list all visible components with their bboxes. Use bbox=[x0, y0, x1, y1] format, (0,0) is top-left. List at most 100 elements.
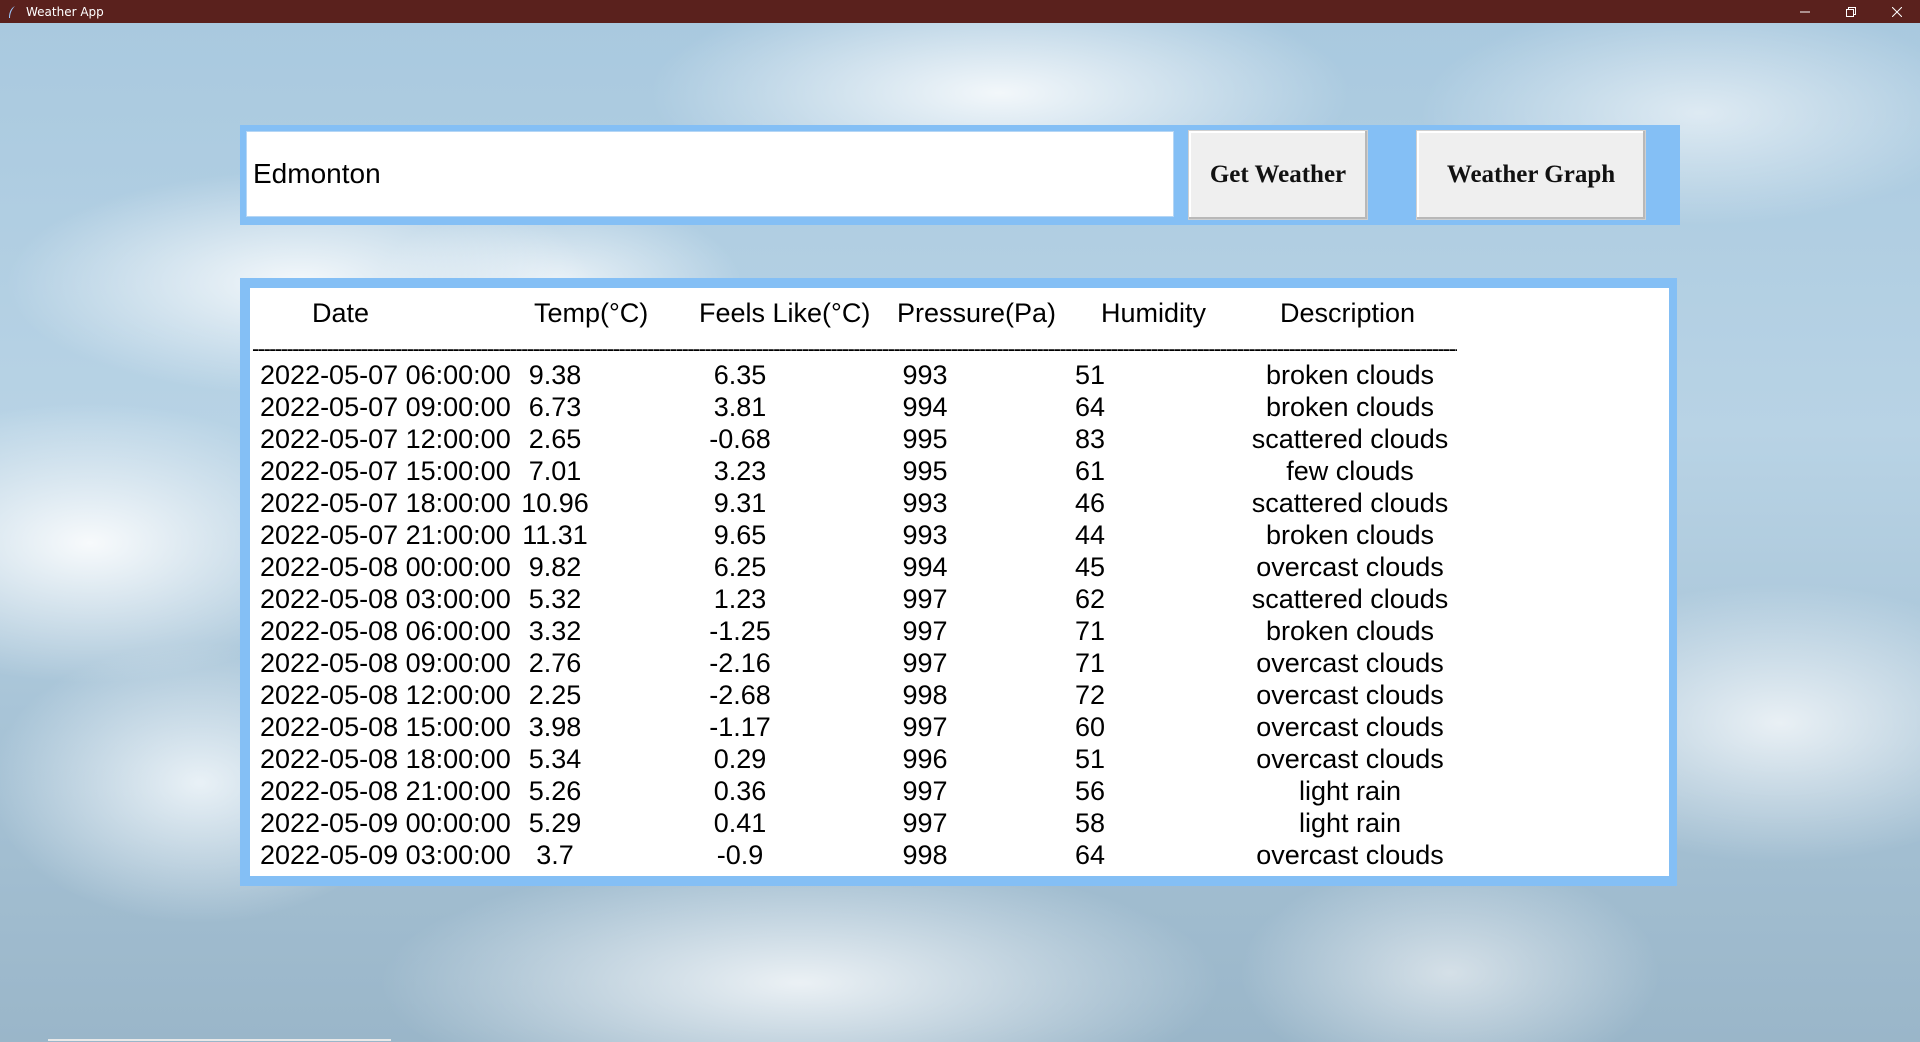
cell-humidity: 61 bbox=[1074, 456, 1106, 486]
forecast-rows: 2022-05-07 06:00:00 9.38 6.35 993 51 broken c… bbox=[250, 360, 1669, 872]
cell-description: overcast clouds bbox=[1256, 552, 1444, 582]
get-weather-button[interactable]: Get Weather bbox=[1188, 130, 1368, 220]
cell-humidity: 83 bbox=[1074, 424, 1106, 454]
cell-temp: 3.7 bbox=[536, 840, 574, 870]
cell-temp: 7.01 bbox=[528, 456, 582, 486]
cell-humidity: 64 bbox=[1074, 392, 1106, 422]
cell-temp: 5.32 bbox=[528, 584, 582, 614]
cell-description: overcast clouds bbox=[1256, 744, 1444, 774]
cell-date: 2022-05-08 06:00:00 bbox=[260, 616, 511, 646]
table-row: 2022-05-08 18:00:00 5.34 0.29 996 51 overcast… bbox=[250, 744, 1669, 776]
cell-date: 2022-05-08 03:00:00 bbox=[260, 584, 511, 614]
cell-date: 2022-05-09 00:00:00 bbox=[260, 808, 511, 838]
cell-feels-like: 3.23 bbox=[713, 456, 767, 486]
weather-graph-button[interactable]: Weather Graph bbox=[1416, 130, 1646, 220]
cell-description: broken clouds bbox=[1265, 360, 1435, 390]
cell-description: light rain bbox=[1298, 808, 1402, 838]
cell-feels-like: 6.25 bbox=[713, 552, 767, 582]
cell-temp: 5.26 bbox=[528, 776, 582, 806]
header-temp: Temp(°C) bbox=[534, 298, 649, 328]
header-pressure: Pressure(Pa) bbox=[897, 298, 1057, 328]
cell-feels-like: -2.68 bbox=[709, 680, 771, 710]
cell-description: overcast clouds bbox=[1256, 648, 1444, 678]
cell-pressure: 997 bbox=[902, 584, 948, 614]
cell-pressure: 995 bbox=[902, 424, 948, 454]
cell-pressure: 994 bbox=[902, 552, 948, 582]
cell-feels-like: 0.29 bbox=[713, 744, 767, 774]
cell-date: 2022-05-08 00:00:00 bbox=[260, 552, 511, 582]
cell-feels-like: -0.68 bbox=[709, 424, 771, 454]
cell-feels-like: 0.36 bbox=[713, 776, 767, 806]
cell-date: 2022-05-07 12:00:00 bbox=[260, 424, 511, 454]
cell-humidity: 71 bbox=[1074, 648, 1106, 678]
table-row: 2022-05-07 21:00:00 11.31 9.65 993 44 broken … bbox=[250, 520, 1669, 552]
cell-humidity: 45 bbox=[1074, 552, 1106, 582]
cell-feels-like: 9.65 bbox=[713, 520, 767, 550]
cell-date: 2022-05-08 12:00:00 bbox=[260, 680, 511, 710]
cell-humidity: 56 bbox=[1074, 776, 1106, 806]
cell-temp: 9.82 bbox=[528, 552, 582, 582]
cell-feels-like: 1.23 bbox=[713, 584, 767, 614]
cell-pressure: 993 bbox=[902, 520, 948, 550]
table-row: 2022-05-09 00:00:00 5.29 0.41 997 58 light ra… bbox=[250, 808, 1669, 840]
cell-description: few clouds bbox=[1286, 456, 1414, 486]
cell-feels-like: -2.16 bbox=[709, 648, 771, 678]
cell-humidity: 58 bbox=[1074, 808, 1106, 838]
cell-humidity: 71 bbox=[1074, 616, 1106, 646]
cell-temp: 10.96 bbox=[521, 488, 589, 518]
cell-description: overcast clouds bbox=[1256, 712, 1444, 742]
cell-temp: 5.29 bbox=[528, 808, 582, 838]
cell-pressure: 997 bbox=[902, 616, 948, 646]
header-description: Description bbox=[1280, 298, 1416, 328]
cell-humidity: 51 bbox=[1074, 744, 1106, 774]
cell-date: 2022-05-07 06:00:00 bbox=[260, 360, 511, 390]
cell-description: scattered clouds bbox=[1251, 488, 1449, 518]
cell-description: overcast clouds bbox=[1256, 680, 1444, 710]
cell-pressure: 996 bbox=[902, 744, 948, 774]
cell-pressure: 998 bbox=[902, 680, 948, 710]
cell-temp: 5.34 bbox=[528, 744, 582, 774]
feather-icon bbox=[4, 4, 20, 20]
table-row: 2022-05-08 00:00:00 9.82 6.25 994 45 overcast… bbox=[250, 552, 1669, 584]
cell-temp: 3.98 bbox=[528, 712, 582, 742]
title-bar: Weather App bbox=[0, 0, 1920, 23]
table-row: 2022-05-07 18:00:00 10.96 9.31 993 46 scatter… bbox=[250, 488, 1669, 520]
city-input[interactable] bbox=[246, 131, 1174, 217]
cell-humidity: 64 bbox=[1074, 840, 1106, 870]
cell-feels-like: 0.41 bbox=[713, 808, 767, 838]
table-row: 2022-05-07 09:00:00 6.73 3.81 994 64 broken c… bbox=[250, 392, 1669, 424]
cell-humidity: 46 bbox=[1074, 488, 1106, 518]
table-row: 2022-05-08 06:00:00 3.32 -1.25 997 71 broken … bbox=[250, 616, 1669, 648]
cell-feels-like: 6.35 bbox=[713, 360, 767, 390]
header-date: Date bbox=[312, 298, 370, 328]
window-title: Weather App bbox=[26, 4, 104, 19]
table-row: 2022-05-09 03:00:00 3.7 -0.9 998 64 overcast … bbox=[250, 840, 1669, 872]
cell-description: light rain bbox=[1298, 776, 1402, 806]
cell-pressure: 997 bbox=[902, 712, 948, 742]
cell-description: overcast clouds bbox=[1256, 840, 1444, 870]
header-feels-like: Feels Like(°C) bbox=[699, 298, 871, 328]
table-row: 2022-05-08 09:00:00 2.76 -2.16 997 71 overcas… bbox=[250, 648, 1669, 680]
cell-pressure: 997 bbox=[902, 648, 948, 678]
cell-date: 2022-05-08 09:00:00 bbox=[260, 648, 511, 678]
cell-feels-like: -1.25 bbox=[709, 616, 771, 646]
cell-temp: 11.31 bbox=[522, 520, 588, 550]
cell-pressure: 997 bbox=[902, 808, 948, 838]
forecast-table[interactable]: Date Temp(°C) Feels Like(°C) Pressure(Pa… bbox=[250, 288, 1669, 876]
cell-description: scattered clouds bbox=[1251, 424, 1449, 454]
cell-feels-like: 3.81 bbox=[713, 392, 767, 422]
cell-feels-like: -0.9 bbox=[716, 840, 764, 870]
cell-date: 2022-05-07 18:00:00 bbox=[260, 488, 511, 518]
cell-date: 2022-05-08 21:00:00 bbox=[260, 776, 511, 806]
cell-pressure: 993 bbox=[902, 488, 948, 518]
cell-temp: 9.38 bbox=[528, 360, 582, 390]
cell-date: 2022-05-07 21:00:00 bbox=[260, 520, 511, 550]
table-row: 2022-05-08 21:00:00 5.26 0.36 997 56 light ra… bbox=[250, 776, 1669, 808]
cell-description: scattered clouds bbox=[1251, 584, 1449, 614]
close-icon[interactable] bbox=[1874, 0, 1920, 23]
minimize-icon[interactable] bbox=[1782, 0, 1828, 23]
restore-icon[interactable] bbox=[1828, 0, 1874, 23]
cell-pressure: 994 bbox=[902, 392, 948, 422]
cell-temp: 3.32 bbox=[528, 616, 582, 646]
cell-pressure: 993 bbox=[902, 360, 948, 390]
